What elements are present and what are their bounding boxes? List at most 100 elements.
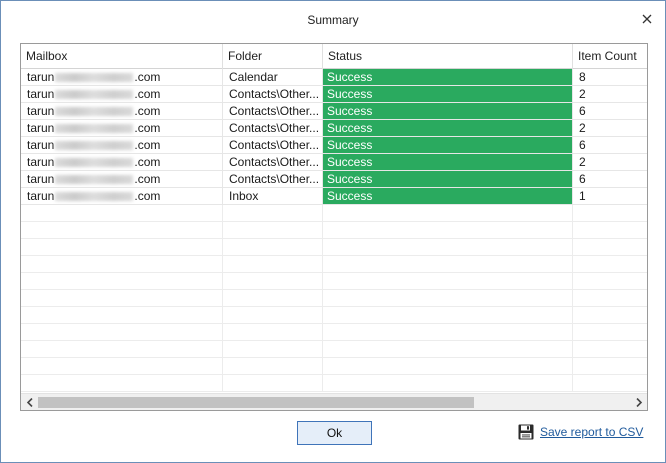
- mailbox-suffix: .com: [134, 138, 161, 152]
- mailbox-prefix: tarun: [27, 189, 55, 203]
- mailbox-cell: tarun .com: [21, 154, 223, 170]
- mailbox-cell: tarun .com: [21, 171, 223, 187]
- summary-dialog: Summary Mailbox Folder Status Item Count…: [0, 0, 666, 463]
- grid-line: [21, 341, 573, 358]
- status-cell: Success: [323, 103, 573, 119]
- column-header-folder[interactable]: Folder: [223, 44, 323, 69]
- status-cell: Success: [323, 154, 573, 170]
- mailbox-suffix: .com: [134, 87, 161, 101]
- empty-row: [21, 256, 647, 273]
- grid-line: [21, 205, 573, 222]
- column-header-item-count[interactable]: Item Count: [573, 44, 647, 69]
- folder-cell: Contacts\Other...: [223, 86, 323, 102]
- horizontal-scrollbar[interactable]: [21, 393, 647, 410]
- status-cell: Success: [323, 171, 573, 187]
- status-cell: Success: [323, 69, 573, 85]
- mailbox-prefix: tarun: [27, 172, 55, 186]
- mailbox-suffix: .com: [134, 172, 161, 186]
- redacted-email: [55, 141, 134, 151]
- item-count-cell: 8: [573, 69, 647, 85]
- mailbox-prefix: tarun: [27, 155, 55, 169]
- table-row[interactable]: tarun .com Contacts\Other... Success 6: [21, 103, 647, 120]
- chevron-left-icon: [26, 398, 33, 407]
- ok-button[interactable]: Ok: [297, 421, 372, 445]
- column-header-mailbox[interactable]: Mailbox: [21, 44, 223, 69]
- grid-line: [21, 307, 573, 324]
- mailbox-suffix: .com: [134, 189, 161, 203]
- item-count-cell: 6: [573, 137, 647, 153]
- mailbox-suffix: .com: [134, 70, 161, 84]
- chevron-right-icon: [635, 398, 642, 407]
- empty-row: [21, 290, 647, 307]
- grid-line: [21, 256, 573, 273]
- summary-grid: Mailbox Folder Status Item Count tarun .c…: [20, 43, 648, 411]
- empty-row: [21, 341, 647, 358]
- mailbox-cell: tarun .com: [21, 120, 223, 136]
- table-row[interactable]: tarun .com Contacts\Other... Success 2: [21, 154, 647, 171]
- grid-line: [21, 239, 573, 256]
- folder-cell: Contacts\Other...: [223, 103, 323, 119]
- close-icon: [642, 14, 652, 24]
- item-count-cell: 6: [573, 171, 647, 187]
- folder-cell: Contacts\Other...: [223, 171, 323, 187]
- empty-row: [21, 307, 647, 324]
- scrollbar-thumb[interactable]: [38, 397, 474, 408]
- item-count-cell: 2: [573, 154, 647, 170]
- table-row[interactable]: tarun .com Contacts\Other... Success 2: [21, 86, 647, 103]
- mailbox-cell: tarun .com: [21, 137, 223, 153]
- empty-row: [21, 375, 647, 392]
- item-count-cell: 6: [573, 103, 647, 119]
- table-row[interactable]: tarun .com Contacts\Other... Success 6: [21, 171, 647, 188]
- mailbox-cell: tarun .com: [21, 69, 223, 85]
- mailbox-cell: tarun .com: [21, 188, 223, 204]
- item-count-cell: 2: [573, 120, 647, 136]
- grid-line: [21, 273, 573, 290]
- mailbox-prefix: tarun: [27, 104, 55, 118]
- empty-row: [21, 222, 647, 239]
- close-button[interactable]: [639, 11, 655, 27]
- grid-line: [21, 358, 573, 375]
- status-cell: Success: [323, 120, 573, 136]
- grid-line: [21, 222, 573, 239]
- empty-row: [21, 324, 647, 341]
- status-cell: Success: [323, 137, 573, 153]
- grid-line: [21, 290, 573, 307]
- folder-cell: Calendar: [223, 69, 323, 85]
- grid-rows: tarun .com Calendar Success 8 tarun .com Contac…: [21, 69, 647, 392]
- floppy-disk-icon: [518, 424, 534, 440]
- save-report-link[interactable]: Save report to CSV: [517, 422, 643, 442]
- grid-line: [21, 324, 573, 341]
- mailbox-suffix: .com: [134, 104, 161, 118]
- redacted-email: [55, 124, 134, 134]
- mailbox-cell: tarun .com: [21, 86, 223, 102]
- empty-row: [21, 205, 647, 222]
- save-report-label: Save report to CSV: [540, 425, 644, 439]
- folder-cell: Contacts\Other...: [223, 137, 323, 153]
- mailbox-suffix: .com: [134, 121, 161, 135]
- redacted-email: [55, 73, 134, 83]
- folder-cell: Inbox: [223, 188, 323, 204]
- grid-line: [21, 375, 573, 392]
- redacted-email: [55, 90, 134, 100]
- table-row[interactable]: tarun .com Calendar Success 8: [21, 69, 647, 86]
- redacted-email: [55, 192, 134, 202]
- empty-row: [21, 358, 647, 375]
- mailbox-prefix: tarun: [27, 70, 55, 84]
- redacted-email: [55, 175, 134, 185]
- item-count-cell: 1: [573, 188, 647, 204]
- empty-row: [21, 273, 647, 290]
- mailbox-suffix: .com: [134, 155, 161, 169]
- status-cell: Success: [323, 86, 573, 102]
- table-row[interactable]: tarun .com Contacts\Other... Success 6: [21, 137, 647, 154]
- scroll-left-button[interactable]: [21, 394, 38, 410]
- redacted-email: [55, 107, 134, 117]
- column-header-status[interactable]: Status: [323, 44, 573, 69]
- mailbox-prefix: tarun: [27, 87, 55, 101]
- dialog-title: Summary: [307, 13, 359, 27]
- table-row[interactable]: tarun .com Inbox Success 1: [21, 188, 647, 205]
- grid-header: Mailbox Folder Status Item Count: [21, 44, 647, 69]
- empty-row: [21, 239, 647, 256]
- table-row[interactable]: tarun .com Contacts\Other... Success 2: [21, 120, 647, 137]
- item-count-cell: 2: [573, 86, 647, 102]
- scroll-right-button[interactable]: [630, 394, 647, 410]
